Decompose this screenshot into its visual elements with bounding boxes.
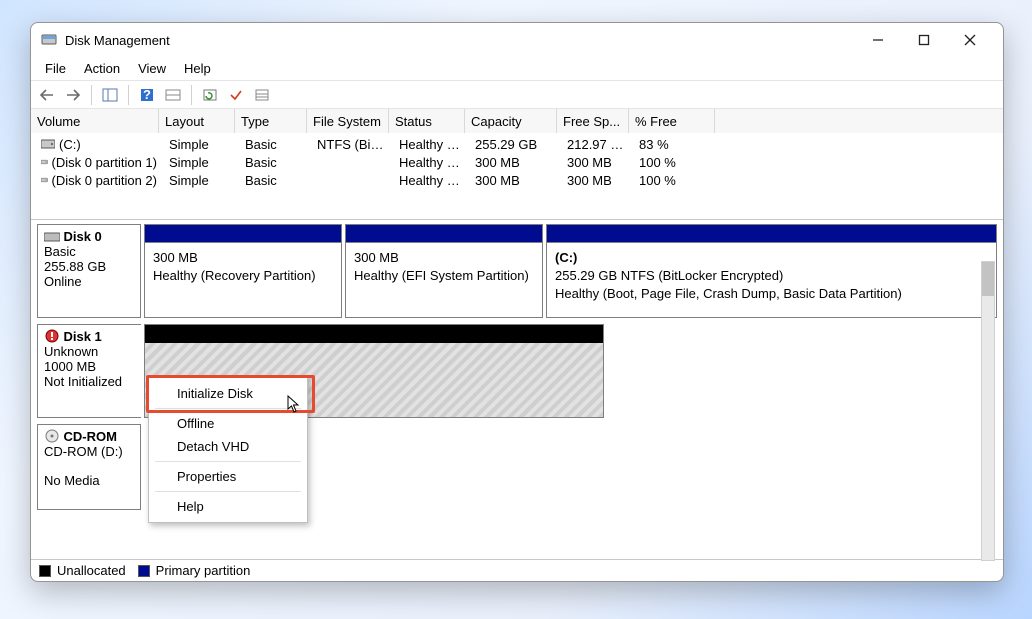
col-layout[interactable]: Layout	[159, 109, 235, 133]
legend-swatch-primary	[138, 565, 150, 577]
disk1-label[interactable]: Disk 1 Unknown 1000 MB Not Initialized	[37, 324, 141, 418]
back-icon[interactable]	[37, 85, 57, 105]
close-button[interactable]	[947, 26, 993, 54]
settings-view-icon[interactable]	[163, 85, 183, 105]
help-icon[interactable]: ?	[137, 85, 157, 105]
statusbar: Unallocated Primary partition	[31, 559, 1003, 581]
disk1-size: 1000 MB	[44, 359, 96, 374]
menu-view[interactable]: View	[130, 59, 174, 78]
menubar: File Action View Help	[31, 57, 1003, 81]
disk0-name: Disk 0	[63, 229, 101, 244]
col-type[interactable]: Type	[235, 109, 307, 133]
part-size: 300 MB	[354, 250, 399, 265]
cdrom-media: No Media	[44, 473, 100, 488]
disk1-type: Unknown	[44, 344, 98, 359]
disk0-size: 255.88 GB	[44, 259, 106, 274]
menu-help[interactable]: Help	[176, 59, 219, 78]
part-status: Healthy (Boot, Page File, Crash Dump, Ba…	[555, 286, 902, 301]
menu-item-initialize-disk[interactable]: Initialize Disk	[149, 382, 307, 405]
volume-list: Volume Layout Type File System Status Ca…	[31, 109, 1003, 220]
disk0-partition-recovery[interactable]: 300 MB Healthy (Recovery Partition)	[144, 224, 342, 318]
window-title: Disk Management	[65, 33, 855, 48]
titlebar: Disk Management	[31, 23, 1003, 57]
disk1-state: Not Initialized	[44, 374, 122, 389]
legend-swatch-unallocated	[39, 565, 51, 577]
menu-item-help[interactable]: Help	[149, 495, 307, 518]
table-row[interactable]: (C:)SimpleBasicNTFS (BitLo...Healthy (B.…	[35, 135, 1003, 153]
maximize-button[interactable]	[901, 26, 947, 54]
menu-item-detach-vhd[interactable]: Detach VHD	[149, 435, 307, 458]
part-size: 300 MB	[153, 250, 198, 265]
disk0-label[interactable]: Disk 0 Basic 255.88 GB Online	[37, 224, 141, 318]
part-status: Healthy (EFI System Partition)	[354, 268, 529, 283]
context-menu: Initialize Disk Offline Detach VHD Prope…	[148, 377, 308, 523]
table-row[interactable]: (Disk 0 partition 1)SimpleBasicHealthy (…	[35, 153, 1003, 171]
col-free[interactable]: Free Sp...	[557, 109, 629, 133]
menu-action[interactable]: Action	[76, 59, 128, 78]
table-row[interactable]: (Disk 0 partition 2)SimpleBasicHealthy (…	[35, 171, 1003, 189]
disk0-type: Basic	[44, 244, 76, 259]
menu-item-properties[interactable]: Properties	[149, 465, 307, 488]
disk0-state: Online	[44, 274, 82, 289]
col-capacity[interactable]: Capacity	[465, 109, 557, 133]
refresh-icon[interactable]	[200, 85, 220, 105]
disk-map-scrollbar[interactable]	[981, 261, 995, 561]
menu-file[interactable]: File	[37, 59, 74, 78]
disk0-partition-c[interactable]: (C:) 255.29 GB NTFS (BitLocker Encrypted…	[546, 224, 997, 318]
legend-primary: Primary partition	[156, 563, 251, 578]
part-label: (C:)	[555, 250, 577, 265]
col-pctfree[interactable]: % Free	[629, 109, 715, 133]
forward-icon[interactable]	[63, 85, 83, 105]
list-view-icon[interactable]	[252, 85, 272, 105]
part-line: 255.29 GB NTFS (BitLocker Encrypted)	[555, 268, 783, 283]
disk-management-window: Disk Management File Action View Help ?	[30, 22, 1004, 582]
minimize-button[interactable]	[855, 26, 901, 54]
disk0-partition-efi[interactable]: 300 MB Healthy (EFI System Partition)	[345, 224, 543, 318]
toolbar: ?	[31, 81, 1003, 109]
svg-text:?: ?	[143, 88, 151, 102]
col-volume[interactable]: Volume	[31, 109, 159, 133]
cdrom-drive: CD-ROM (D:)	[44, 444, 123, 459]
part-status: Healthy (Recovery Partition)	[153, 268, 316, 283]
show-hide-pane-icon[interactable]	[100, 85, 120, 105]
volume-header-row: Volume Layout Type File System Status Ca…	[31, 109, 1003, 133]
rescan-disks-icon[interactable]	[226, 85, 246, 105]
disk-row-0[interactable]: Disk 0 Basic 255.88 GB Online 300 MB Hea…	[37, 224, 997, 318]
cdrom-label[interactable]: CD-ROM CD-ROM (D:) No Media	[37, 424, 141, 510]
app-icon	[41, 32, 57, 48]
legend-unallocated: Unallocated	[57, 563, 126, 578]
cdrom-name: CD-ROM	[63, 429, 116, 444]
col-status[interactable]: Status	[389, 109, 465, 133]
menu-item-offline[interactable]: Offline	[149, 412, 307, 435]
col-filesystem[interactable]: File System	[307, 109, 389, 133]
disk1-name: Disk 1	[63, 329, 101, 344]
